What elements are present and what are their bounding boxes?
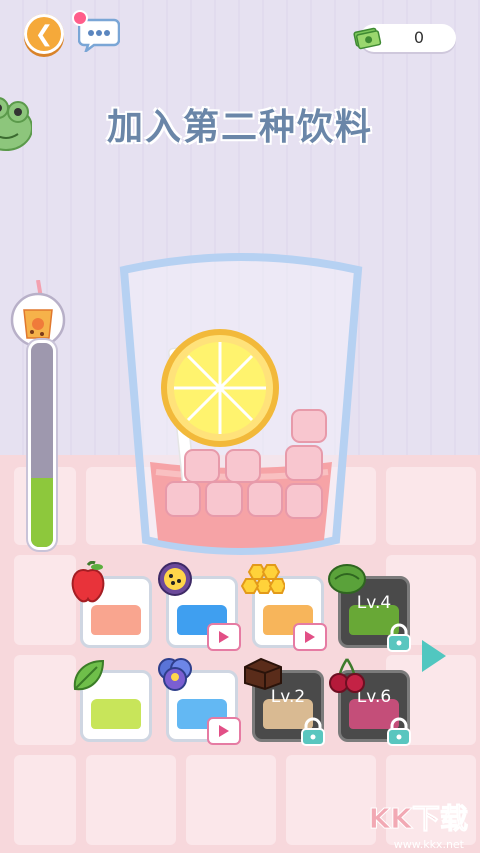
drink-card-passion-fruit[interactable] (158, 562, 241, 651)
apple-icon (69, 560, 107, 609)
money-value: 0 (413, 28, 425, 47)
next-page-arrow[interactable] (422, 640, 446, 672)
notification-dot (72, 10, 88, 26)
drink-card-honey[interactable] (240, 564, 327, 651)
chocolate-icon (241, 655, 285, 695)
drink-color-swatch (91, 605, 141, 635)
chevron-left-icon: ❮ (34, 21, 54, 47)
watermark-logo: KK下载 (368, 802, 468, 836)
drink-card-butterfly-pea[interactable] (158, 658, 241, 745)
progress-fill (31, 477, 53, 547)
drink-card-cherry[interactable]: Lv.6 (329, 658, 411, 746)
watch-ad-play-icon[interactable] (207, 717, 241, 745)
butterfly-pea-icon (155, 655, 195, 699)
drink-card-grape[interactable]: Lv.4 (328, 564, 411, 652)
grape-icon (327, 561, 367, 599)
passion-fruit-icon (155, 561, 195, 601)
lemon-slice-icon (161, 329, 279, 447)
drink-color-swatch (91, 699, 141, 729)
mint-icon (69, 655, 109, 699)
lock-icon (385, 623, 413, 653)
drink-card-chocolate[interactable]: Lv.2 (244, 657, 325, 746)
cash-icon (353, 27, 382, 50)
watch-ad-play-icon[interactable] (293, 623, 327, 651)
honey-icon (240, 561, 287, 605)
progress-tube (28, 340, 56, 550)
watermark-url: www.kkx.net (393, 838, 464, 851)
lock-icon (385, 717, 413, 747)
watch-ad-play-icon[interactable] (207, 623, 241, 651)
back-button[interactable]: ❮ (24, 14, 64, 54)
drink-card-mint[interactable] (73, 659, 152, 742)
instruction-title: 加入第二种饮料 (106, 107, 373, 148)
drink-cup (119, 253, 363, 555)
lock-icon (299, 717, 327, 747)
drink-progress-meter (8, 280, 68, 550)
cherry-icon (327, 655, 367, 699)
drink-card-apple[interactable] (71, 560, 152, 648)
